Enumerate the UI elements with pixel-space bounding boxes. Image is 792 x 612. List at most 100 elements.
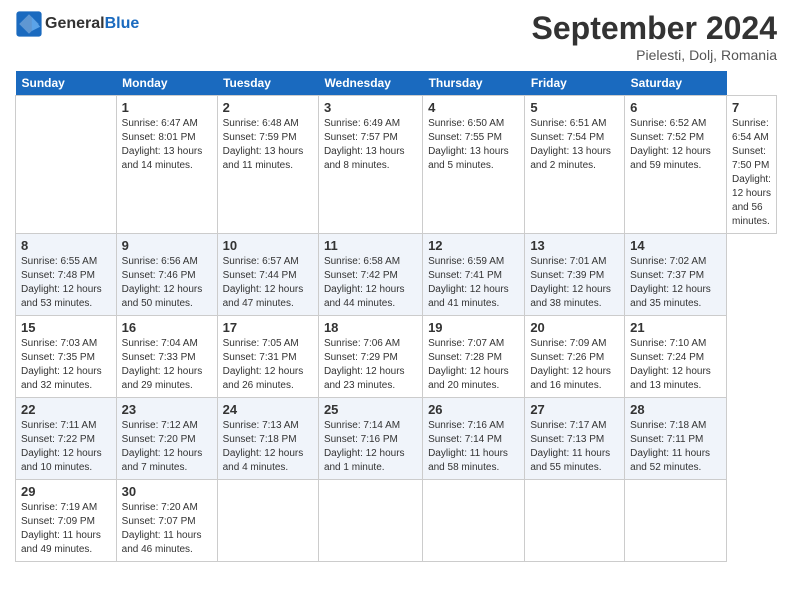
day-info: Sunrise: 6:58 AMSunset: 7:42 PMDaylight:… — [324, 255, 417, 311]
calendar-cell: 22Sunrise: 7:11 AMSunset: 7:22 PMDayligh… — [16, 398, 117, 480]
day-number: 6 — [630, 100, 721, 115]
calendar-cell: 21 Sunrise: 7:10 AMSunset: 7:24 PMDayligh… — [625, 316, 727, 398]
day-number: 27 — [530, 402, 619, 417]
calendar-cell: 19 Sunrise: 7:07 AMSunset: 7:28 PMDayligh… — [423, 316, 525, 398]
location: Pielesti, Dolj, Romania — [532, 47, 777, 63]
calendar-cell: 10 Sunrise: 6:57 AMSunset: 7:44 PMDayligh… — [217, 234, 318, 316]
day-info: Sunrise: 6:49 AMSunset: 7:57 PMDaylight:… — [324, 117, 417, 173]
day-info: Sunrise: 7:13 AMSunset: 7:18 PMDaylight:… — [223, 419, 313, 475]
calendar-cell: 27 Sunrise: 7:17 AMSunset: 7:13 PMDayligh… — [525, 398, 625, 480]
calendar-cell: 15 Sunrise: 7:03 AMSunset: 7:35 PMDayligh… — [16, 316, 117, 398]
day-info: Sunrise: 7:03 AMSunset: 7:35 PMDaylight:… — [21, 337, 111, 393]
col-header-saturday: Saturday — [625, 71, 727, 96]
calendar-cell: 28 Sunrise: 7:18 AMSunset: 7:11 PMDayligh… — [625, 398, 727, 480]
day-number: 4 — [428, 100, 519, 115]
day-number: 21 — [630, 320, 721, 335]
title-block: September 2024 Pielesti, Dolj, Romania — [532, 10, 777, 63]
day-number: 15 — [21, 320, 111, 335]
calendar-cell: 17Sunrise: 7:05 AMSunset: 7:31 PMDayligh… — [217, 316, 318, 398]
calendar-cell: 13 Sunrise: 7:01 AMSunset: 7:39 PMDayligh… — [525, 234, 625, 316]
calendar-cell: 3 Sunrise: 6:49 AMSunset: 7:57 PMDaylight… — [318, 96, 422, 234]
day-info: Sunrise: 7:05 AMSunset: 7:31 PMDaylight:… — [223, 337, 313, 393]
day-number: 30 — [122, 484, 212, 499]
day-info: Sunrise: 7:20 AMSunset: 7:07 PMDaylight:… — [122, 501, 212, 557]
day-number: 1 — [122, 100, 212, 115]
calendar-cell: 30 Sunrise: 7:20 AMSunset: 7:07 PMDayligh… — [116, 480, 217, 562]
day-number: 22 — [21, 402, 111, 417]
day-number: 16 — [122, 320, 212, 335]
col-header-sunday: Sunday — [16, 71, 117, 96]
logo: GeneralBlue — [15, 10, 139, 38]
calendar-cell: 4 Sunrise: 6:50 AMSunset: 7:55 PMDaylight… — [423, 96, 525, 234]
day-info: Sunrise: 7:02 AMSunset: 7:37 PMDaylight:… — [630, 255, 721, 311]
day-number: 24 — [223, 402, 313, 417]
day-info: Sunrise: 7:17 AMSunset: 7:13 PMDaylight:… — [530, 419, 619, 475]
day-info: Sunrise: 7:14 AMSunset: 7:16 PMDaylight:… — [324, 419, 417, 475]
day-info: Sunrise: 7:07 AMSunset: 7:28 PMDaylight:… — [428, 337, 519, 393]
day-info: Sunrise: 7:10 AMSunset: 7:24 PMDaylight:… — [630, 337, 721, 393]
day-number: 26 — [428, 402, 519, 417]
day-number: 19 — [428, 320, 519, 335]
calendar-cell: 14 Sunrise: 7:02 AMSunset: 7:37 PMDayligh… — [625, 234, 727, 316]
day-number: 29 — [21, 484, 111, 499]
day-number: 12 — [428, 238, 519, 253]
calendar-cell: 20 Sunrise: 7:09 AMSunset: 7:26 PMDayligh… — [525, 316, 625, 398]
calendar-cell: 6 Sunrise: 6:52 AMSunset: 7:52 PMDaylight… — [625, 96, 727, 234]
day-number: 28 — [630, 402, 721, 417]
col-header-tuesday: Tuesday — [217, 71, 318, 96]
calendar-cell — [16, 96, 117, 234]
day-info: Sunrise: 6:54 AMSunset: 7:50 PMDaylight:… — [732, 117, 771, 229]
calendar-cell: 18 Sunrise: 7:06 AMSunset: 7:29 PMDayligh… — [318, 316, 422, 398]
calendar-cell: 29 Sunrise: 7:19 AMSunset: 7:09 PMDayligh… — [16, 480, 117, 562]
day-info: Sunrise: 6:50 AMSunset: 7:55 PMDaylight:… — [428, 117, 519, 173]
day-number: 14 — [630, 238, 721, 253]
calendar-cell: 9 Sunrise: 6:56 AMSunset: 7:46 PMDaylight… — [116, 234, 217, 316]
calendar-cell: 5 Sunrise: 6:51 AMSunset: 7:54 PMDaylight… — [525, 96, 625, 234]
day-number: 23 — [122, 402, 212, 417]
day-number: 13 — [530, 238, 619, 253]
day-info: Sunrise: 7:12 AMSunset: 7:20 PMDaylight:… — [122, 419, 212, 475]
col-header-friday: Friday — [525, 71, 625, 96]
day-info: Sunrise: 6:56 AMSunset: 7:46 PMDaylight:… — [122, 255, 212, 311]
calendar-cell: 26Sunrise: 7:16 AMSunset: 7:14 PMDayligh… — [423, 398, 525, 480]
col-header-wednesday: Wednesday — [318, 71, 422, 96]
day-info: Sunrise: 6:48 AMSunset: 7:59 PMDaylight:… — [223, 117, 313, 173]
logo-icon — [15, 10, 43, 38]
day-info: Sunrise: 6:51 AMSunset: 7:54 PMDaylight:… — [530, 117, 619, 173]
header: GeneralBlue September 2024 Pielesti, Dol… — [15, 10, 777, 63]
month-title: September 2024 — [532, 10, 777, 47]
day-info: Sunrise: 7:04 AMSunset: 7:33 PMDaylight:… — [122, 337, 212, 393]
day-number: 25 — [324, 402, 417, 417]
day-info: Sunrise: 7:01 AMSunset: 7:39 PMDaylight:… — [530, 255, 619, 311]
day-info: Sunrise: 6:52 AMSunset: 7:52 PMDaylight:… — [630, 117, 721, 173]
calendar-cell — [217, 480, 318, 562]
calendar-cell: 2 Sunrise: 6:48 AMSunset: 7:59 PMDaylight… — [217, 96, 318, 234]
day-number: 10 — [223, 238, 313, 253]
calendar-cell: 11 Sunrise: 6:58 AMSunset: 7:42 PMDayligh… — [318, 234, 422, 316]
calendar-cell: 24 Sunrise: 7:13 AMSunset: 7:18 PMDayligh… — [217, 398, 318, 480]
day-number: 2 — [223, 100, 313, 115]
col-header-thursday: Thursday — [423, 71, 525, 96]
day-info: Sunrise: 7:09 AMSunset: 7:26 PMDaylight:… — [530, 337, 619, 393]
day-info: Sunrise: 6:59 AMSunset: 7:41 PMDaylight:… — [428, 255, 519, 311]
day-number: 9 — [122, 238, 212, 253]
calendar-cell: 8Sunrise: 6:55 AMSunset: 7:48 PMDaylight… — [16, 234, 117, 316]
calendar-cell: 12 Sunrise: 6:59 AMSunset: 7:41 PMDayligh… — [423, 234, 525, 316]
day-number: 8 — [21, 238, 111, 253]
calendar-cell: 25 Sunrise: 7:14 AMSunset: 7:16 PMDayligh… — [318, 398, 422, 480]
day-info: Sunrise: 7:18 AMSunset: 7:11 PMDaylight:… — [630, 419, 721, 475]
day-number: 7 — [732, 100, 771, 115]
day-number: 20 — [530, 320, 619, 335]
day-number: 3 — [324, 100, 417, 115]
day-info: Sunrise: 7:06 AMSunset: 7:29 PMDaylight:… — [324, 337, 417, 393]
calendar-cell — [525, 480, 625, 562]
calendar-table: SundayMondayTuesdayWednesdayThursdayFrid… — [15, 71, 777, 562]
day-number: 11 — [324, 238, 417, 253]
calendar-cell — [423, 480, 525, 562]
day-number: 5 — [530, 100, 619, 115]
day-info: Sunrise: 7:19 AMSunset: 7:09 PMDaylight:… — [21, 501, 111, 557]
calendar-cell — [625, 480, 727, 562]
day-number: 18 — [324, 320, 417, 335]
day-info: Sunrise: 6:57 AMSunset: 7:44 PMDaylight:… — [223, 255, 313, 311]
calendar-cell: 16 Sunrise: 7:04 AMSunset: 7:33 PMDayligh… — [116, 316, 217, 398]
